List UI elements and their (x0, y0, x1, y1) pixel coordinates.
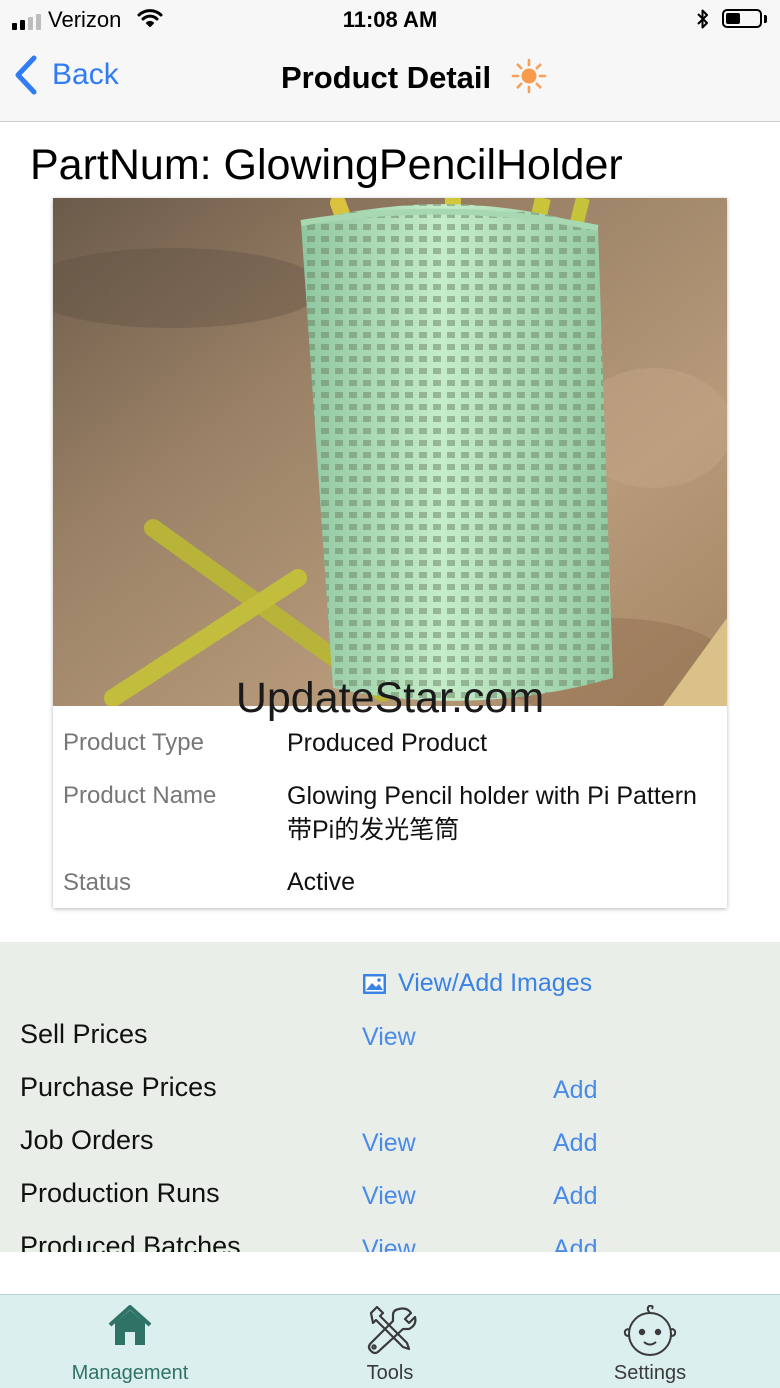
tools-icon (367, 1305, 417, 1355)
back-button[interactable]: Back (14, 55, 119, 95)
clock: 11:08 AM (342, 7, 438, 32)
view-add-images-label: View/Add Images (398, 969, 593, 997)
product-type-value: Produced Product (287, 729, 488, 757)
production-runs-add-link[interactable]: Add (553, 1182, 597, 1211)
image-icon (363, 973, 386, 994)
chevron-left-icon (15, 55, 37, 95)
bluetooth-icon (697, 9, 708, 29)
page-title: Product Detail (281, 60, 492, 95)
product-card: UpdateStar.com Product Type Produced Pro… (53, 198, 727, 908)
image-watermark: UpdateStar.com (235, 674, 545, 722)
production-runs-view-link[interactable]: View (362, 1182, 416, 1211)
baby-face-icon (623, 1305, 677, 1356)
tab-management[interactable]: Management (30, 1295, 230, 1388)
sell-prices-view-link[interactable]: View (362, 1023, 416, 1052)
tab-bar: Management Tools Settings (0, 1294, 780, 1388)
tab-settings[interactable]: Settings (550, 1295, 750, 1388)
produced-batches-row: Produced Batches View Add (0, 1231, 780, 1252)
house-icon (108, 1305, 152, 1345)
product-image[interactable] (53, 198, 727, 706)
tab-label: Management (71, 1362, 189, 1384)
tab-tools[interactable]: Tools (290, 1295, 490, 1388)
row-label: Job Orders (20, 1125, 154, 1155)
produced-batches-add-link[interactable]: Add (553, 1235, 597, 1252)
job-orders-row: Job Orders View Add (0, 1125, 780, 1175)
view-add-images-link[interactable]: View/Add Images (362, 969, 592, 998)
back-label: Back (52, 58, 119, 91)
row-label: Sell Prices (20, 1019, 148, 1049)
produced-batches-view-link[interactable]: View (362, 1235, 416, 1252)
part-number-heading: PartNum: GlowingPencilHolder (30, 141, 623, 189)
row-label: Production Runs (20, 1178, 220, 1208)
tab-label: Settings (613, 1362, 687, 1384)
purchase-prices-add-link[interactable]: Add (553, 1076, 597, 1105)
battery-tip (764, 15, 767, 23)
row-label: Purchase Prices (20, 1072, 217, 1102)
product-name-label: Product Name (63, 782, 217, 809)
status-bar: Verizon 11:08 AM (0, 0, 780, 40)
status-value: Active (287, 868, 356, 896)
job-orders-view-link[interactable]: View (362, 1129, 416, 1158)
battery-icon (722, 9, 762, 28)
navigation-bar: Back Product Detail (0, 40, 780, 122)
purchase-prices-row: Purchase Prices Add (0, 1072, 780, 1122)
product-type-label: Product Type (63, 729, 204, 756)
job-orders-add-link[interactable]: Add (553, 1129, 597, 1158)
status-label: Status (63, 869, 132, 896)
production-runs-row: Production Runs View Add (0, 1178, 780, 1228)
related-records-section: View/Add Images Sell Prices View Purchas… (0, 942, 780, 1252)
row-label: Produced Batches (20, 1231, 241, 1252)
tab-label: Tools (366, 1362, 414, 1384)
sun-icon (511, 58, 547, 94)
sell-prices-row: Sell Prices View (0, 1019, 780, 1069)
product-name-value: Glowing Pencil holder with Pi Pattern 带P… (287, 782, 697, 844)
